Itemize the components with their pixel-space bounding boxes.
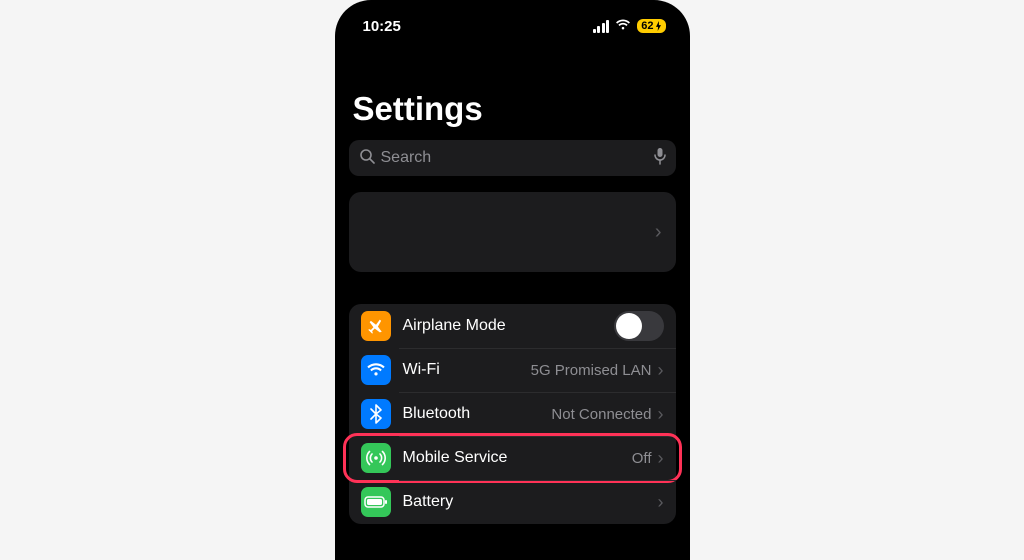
row-label: Wi-Fi [403, 361, 531, 379]
chevron-right-icon: › [658, 404, 664, 425]
row-detail: Not Connected [551, 406, 651, 423]
row-mobile-service[interactable]: Mobile Service Off › [349, 436, 676, 480]
profile-card[interactable]: › [349, 192, 676, 272]
chevron-right-icon: › [658, 448, 664, 469]
row-detail: 5G Promised LAN [531, 362, 652, 379]
row-detail: Off [632, 450, 652, 467]
wifi-icon [615, 18, 631, 35]
chevron-right-icon: › [658, 492, 664, 513]
bluetooth-icon [361, 399, 391, 429]
airplane-toggle[interactable] [614, 311, 664, 341]
chevron-right-icon: › [658, 360, 664, 381]
cellular-signal-icon [593, 20, 610, 33]
page-title: Settings [335, 46, 690, 136]
airplane-icon [361, 311, 391, 341]
battery-icon [361, 487, 391, 517]
antenna-icon [361, 443, 391, 473]
status-indicators: 62 [593, 18, 666, 35]
search-icon [359, 148, 375, 169]
row-airplane-mode[interactable]: Airplane Mode [349, 304, 676, 348]
row-wifi[interactable]: Wi-Fi 5G Promised LAN › [349, 348, 676, 392]
battery-indicator: 62 [637, 19, 665, 33]
row-bluetooth[interactable]: Bluetooth Not Connected › [349, 392, 676, 436]
search-placeholder: Search [381, 149, 648, 167]
row-label: Bluetooth [403, 405, 552, 423]
row-label: Airplane Mode [403, 317, 614, 335]
battery-level: 62 [641, 20, 653, 32]
status-bar: 10:25 62 [335, 6, 690, 46]
phone-frame: 10:25 62 Settings Search › [335, 0, 690, 560]
status-time: 10:25 [363, 18, 401, 35]
chevron-right-icon: › [655, 221, 662, 244]
search-field[interactable]: Search [349, 140, 676, 176]
row-label: Mobile Service [403, 449, 632, 467]
wifi-icon [361, 355, 391, 385]
settings-group: Airplane Mode Wi-Fi 5G Promised LAN › Bl… [349, 304, 676, 524]
microphone-icon[interactable] [654, 147, 666, 170]
row-battery[interactable]: Battery › [349, 480, 676, 524]
row-label: Battery [403, 493, 658, 511]
